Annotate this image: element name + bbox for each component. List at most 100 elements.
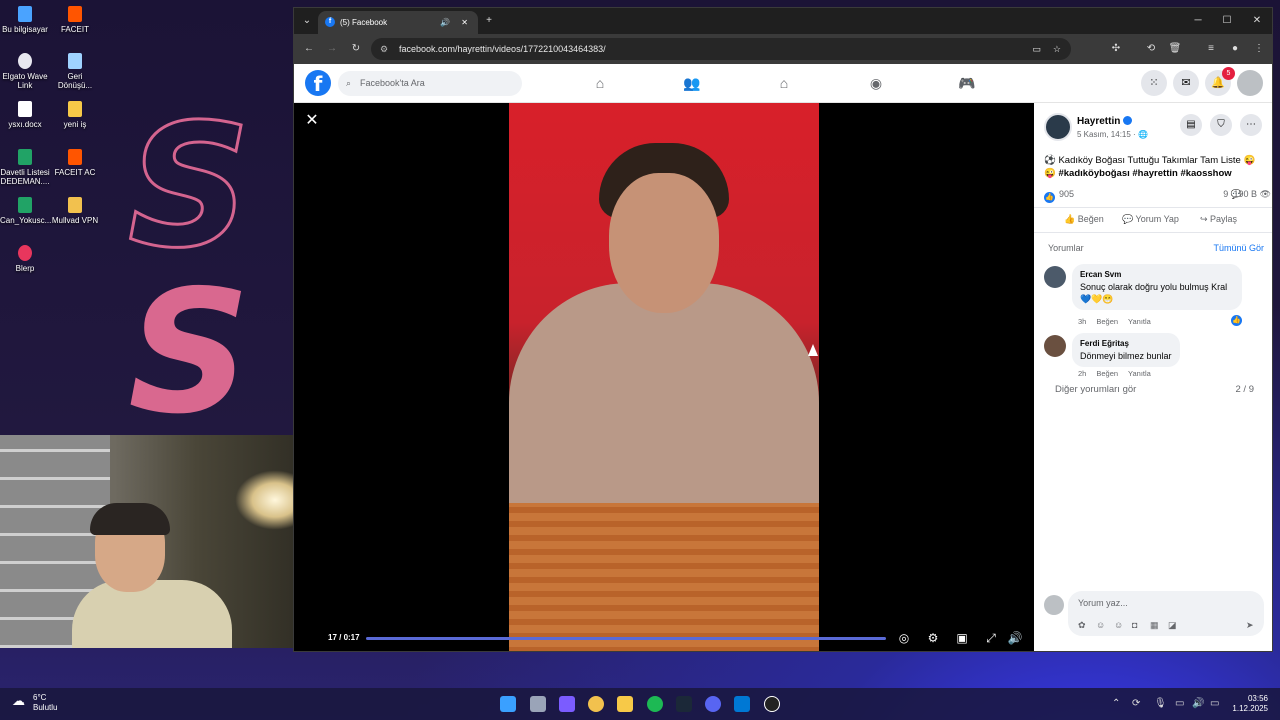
reaction-count[interactable]: 905 [1059, 189, 1074, 199]
outlook-icon[interactable] [734, 696, 750, 712]
account-avatar[interactable] [1237, 70, 1263, 96]
smile-icon[interactable]: ☺ [1114, 620, 1123, 630]
volume-icon[interactable]: 🔊 [1007, 630, 1023, 646]
commenter-name[interactable]: Ercan Svm [1080, 269, 1234, 281]
weather-widget[interactable]: ☁ 6°C Bulutlu [12, 693, 57, 713]
desktop-icon-mullvad[interactable]: Mullvad VPN [50, 197, 100, 225]
discord-icon[interactable] [705, 696, 721, 712]
battery-icon[interactable]: ▭ [1210, 698, 1219, 709]
file-explorer-icon[interactable] [617, 696, 633, 712]
comment-input[interactable]: Yorum yaz... ✿ ☺ ☺ ◘ ▦ ◪ ➤ [1068, 591, 1264, 636]
profile-icon[interactable]: ● [1228, 42, 1242, 56]
fullscreen-icon[interactable]: ⤢ [983, 630, 999, 646]
commenter-avatar[interactable] [1044, 266, 1066, 288]
commenter-name[interactable]: Ferdi Eğritaş [1080, 338, 1172, 350]
microphone-icon[interactable]: 🎙 [1154, 698, 1167, 709]
messenger-icon[interactable]: ✉ [1173, 70, 1199, 96]
comment-reply-link[interactable]: Yanıtla [1128, 317, 1151, 326]
minimize-icon[interactable]: ─ [1191, 14, 1205, 28]
maximize-icon[interactable]: ☐ [1220, 14, 1234, 28]
video-player[interactable]: ✕ 17 / 0:17 ◎ ⚙ ▣ ⤢ 🔊 [294, 103, 1034, 651]
comment-like-link[interactable]: Beğen [1096, 369, 1118, 378]
chrome-icon[interactable] [588, 696, 604, 712]
obs-icon[interactable] [764, 696, 780, 712]
desktop-icon-faceit-ac[interactable]: FACEIT AC [50, 149, 100, 177]
author-avatar[interactable] [1044, 113, 1072, 141]
desktop-icon-spreadsheet[interactable]: Davetli Listesi DEDEMAN.... [0, 149, 50, 186]
desktop-icon-faceit[interactable]: FACEIT [50, 6, 100, 34]
bookmark-star-icon[interactable]: ☆ [1053, 38, 1061, 60]
gaming-icon[interactable]: 🎮 [958, 75, 976, 91]
browser-menu-icon[interactable]: ⋮ [1252, 42, 1266, 56]
task-view-icon[interactable] [530, 696, 546, 712]
pip-icon[interactable]: ▣ [954, 630, 970, 646]
camera-icon[interactable]: ◘ [1132, 620, 1137, 630]
video-progress-bar[interactable] [366, 637, 886, 640]
desktop-icon-recycle-bin[interactable]: Geri Dönüşü... [50, 53, 100, 90]
system-clock[interactable]: 03:56 1.12.2025 [1232, 694, 1268, 714]
copilot-icon[interactable] [559, 696, 575, 712]
captions-icon[interactable]: ◎ [896, 630, 912, 646]
desktop-icon-computer[interactable]: Bu bilgisayar [0, 6, 50, 34]
desktop-icon-elgato[interactable]: Elgato Wave Link [0, 53, 50, 90]
history-icon[interactable]: ⟲ [1144, 42, 1158, 56]
steam-icon[interactable] [676, 696, 692, 712]
send-icon[interactable]: ➤ [1246, 620, 1254, 631]
comment-time[interactable]: 3h [1078, 317, 1086, 326]
site-info-icon[interactable]: ⚙ [380, 38, 388, 60]
comment-like-link[interactable]: Beğen [1096, 317, 1118, 326]
close-window-icon[interactable]: ✕ [1250, 14, 1264, 28]
new-tab-icon[interactable]: + [482, 14, 496, 28]
see-all-comments-link[interactable]: Tümünü Gör [1213, 243, 1264, 253]
groups-icon[interactable]: ◉ [867, 75, 885, 91]
spotify-icon[interactable] [647, 696, 663, 712]
emoji-icon[interactable]: ☺ [1096, 620, 1105, 630]
sync-icon[interactable]: ⟳ [1132, 698, 1140, 709]
comment-reply-link[interactable]: Yanıtla [1128, 369, 1151, 378]
more-options-icon[interactable]: ⋯ [1240, 114, 1262, 136]
trash-icon[interactable]: 🗑 [1168, 42, 1182, 56]
desktop-icon-document[interactable]: ysxı.docx [0, 101, 50, 129]
author-name[interactable]: Hayrettin [1077, 116, 1133, 127]
home-icon[interactable]: ⌂ [591, 75, 609, 91]
save-post-icon[interactable]: ▤ [1180, 114, 1202, 136]
share-button[interactable]: ↪ Paylaş [1200, 214, 1237, 225]
network-icon[interactable]: ▭ [1175, 698, 1184, 709]
forward-icon[interactable]: → [325, 42, 339, 56]
sticker-icon[interactable]: ◪ [1168, 620, 1177, 631]
commenter-avatar[interactable] [1044, 335, 1066, 357]
reload-icon[interactable]: ↻ [349, 42, 363, 56]
extensions-icon[interactable]: ✣ [1109, 42, 1123, 56]
cast-icon[interactable]: ▭ [1032, 38, 1041, 60]
video-close-icon[interactable]: ✕ [304, 113, 320, 129]
tray-overflow-icon[interactable]: ⌃ [1112, 698, 1120, 709]
volume-tray-icon[interactable]: 🔊 [1192, 698, 1204, 709]
desktop-icon-blerp[interactable]: Blerp [0, 245, 50, 273]
back-icon[interactable]: ← [302, 42, 316, 56]
tab-facebook[interactable]: f (5) Facebook 🔊 ✕ [318, 11, 478, 34]
speaker-icon[interactable]: 🔊 [440, 11, 450, 34]
post-date[interactable]: 5 Kasım, 14:15 · 🌐 [1077, 130, 1148, 139]
notifications-icon[interactable]: 🔔 5 [1205, 67, 1235, 96]
like-button[interactable]: 👍 Beğen [1064, 214, 1104, 225]
marketplace-icon[interactable]: ⌂ [775, 75, 793, 91]
post-hashtags[interactable]: #kadıköyboğası #hayrettin #kaosshow [1058, 168, 1231, 179]
menu-grid-icon[interactable]: ⁙ [1141, 70, 1167, 96]
tab-search-icon[interactable]: ⌄ [300, 14, 314, 28]
close-tab-icon[interactable]: ✕ [461, 11, 468, 34]
comment-time[interactable]: 2h [1078, 369, 1086, 378]
desktop-icon-spreadsheet-2[interactable]: Can_Yokusc... [0, 197, 51, 225]
settings-gear-icon[interactable]: ⚙ [925, 630, 941, 646]
gif-icon[interactable]: ▦ [1150, 620, 1159, 631]
facebook-search-input[interactable]: ⌕ Facebook'ta Ara [338, 71, 522, 96]
follow-shield-icon[interactable]: ⛉ [1210, 114, 1232, 136]
url-field[interactable]: ⚙ facebook.com/hayrettin/videos/17722100… [371, 38, 1071, 60]
facebook-logo-icon[interactable]: f [305, 70, 331, 96]
avatar-sticker-icon[interactable]: ✿ [1078, 620, 1086, 631]
start-icon[interactable] [500, 696, 516, 712]
desktop-icon-folder[interactable]: yeni iş [50, 101, 100, 129]
comment-button[interactable]: 💬 Yorum Yap [1122, 214, 1179, 225]
media-control-icon[interactable]: ≡ [1204, 42, 1218, 56]
friends-icon[interactable]: 👥 [683, 75, 701, 91]
more-comments-link[interactable]: Diğer yorumları gör [1055, 384, 1136, 395]
